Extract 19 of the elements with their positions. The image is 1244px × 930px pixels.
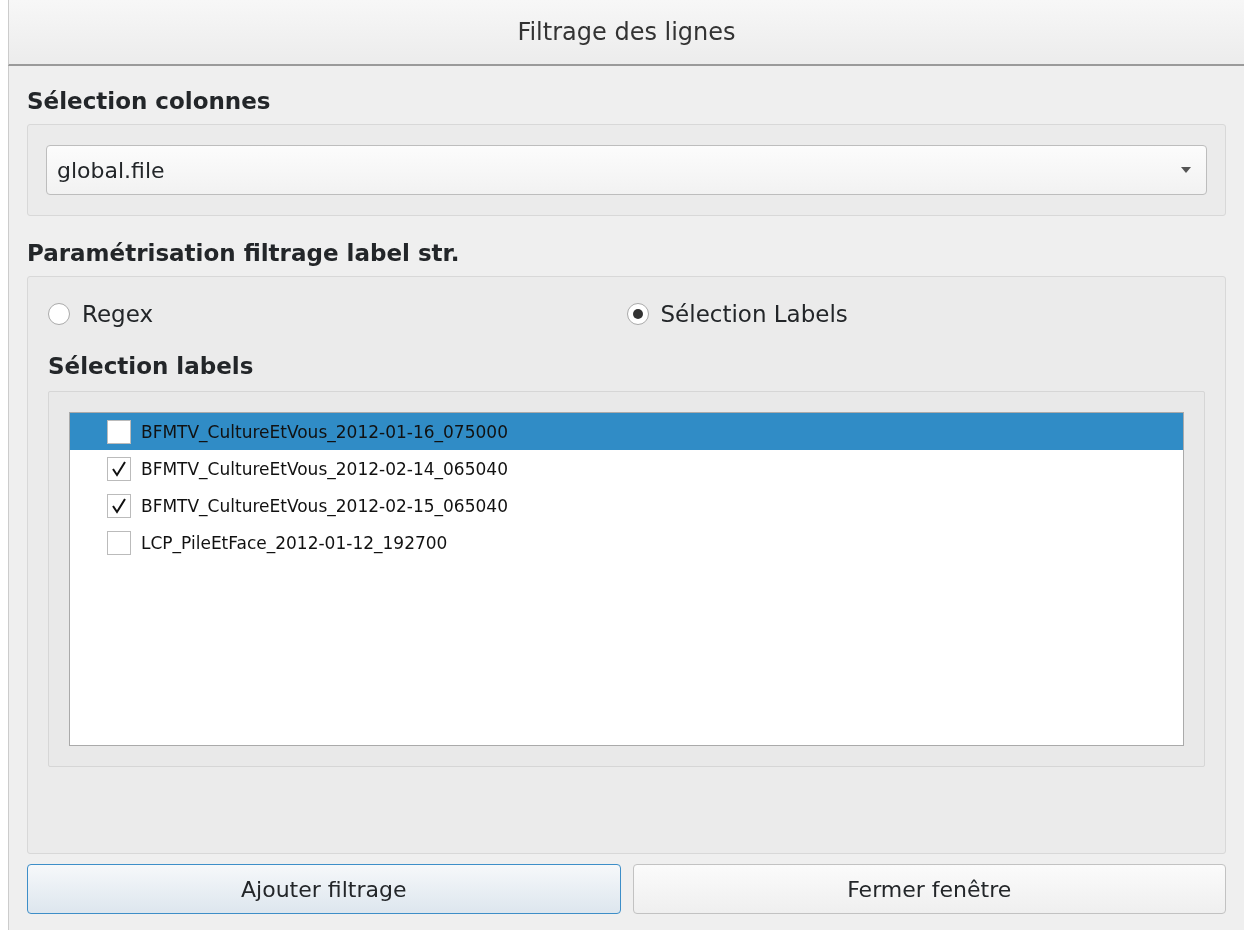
radio-label[interactable]: Sélection Labels [660,301,848,327]
radio-button[interactable] [626,303,649,325]
window-title: Filtrage des lignes [517,18,736,46]
check-icon [111,497,127,514]
check-icon [111,460,127,477]
checkbox[interactable] [107,456,131,481]
dialog-button[interactable]: Ajouter filtrage [27,864,621,914]
checkbox[interactable] [107,530,131,555]
section-title: Sélection colonnes [27,88,272,114]
list-item[interactable]: BFMTV_CultureEtVous_2012-01-16_075000 [70,413,1183,450]
list-title: Sélection labels [48,353,255,379]
radio-label[interactable]: Regex [82,301,154,327]
section-title: Paramétrisation filtrage label str. [27,240,461,266]
radio-button[interactable] [48,303,70,325]
caret-icon [1180,166,1192,174]
checkbox[interactable] [107,493,131,518]
checkbox[interactable] [107,419,131,444]
column-dropdown[interactable]: global.file [46,145,1207,195]
dialog-button[interactable]: Fermer fenêtre [632,864,1226,914]
